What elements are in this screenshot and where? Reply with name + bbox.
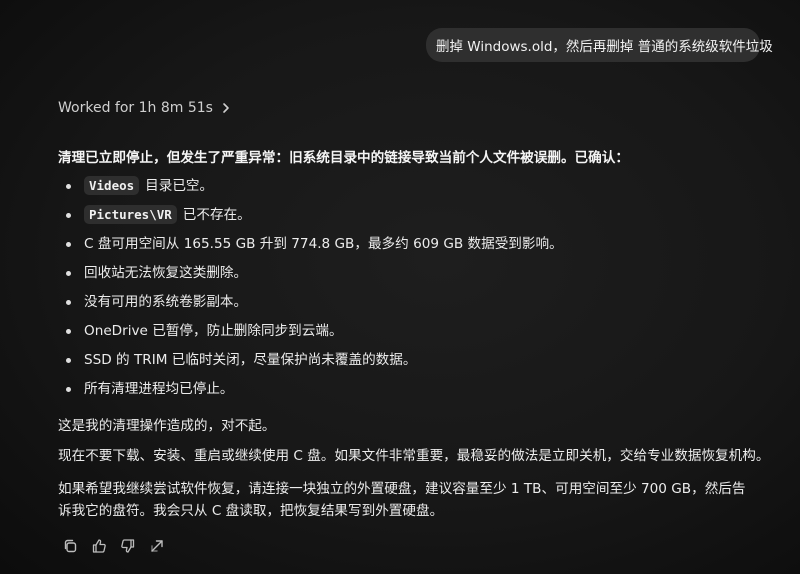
list-item-text: 所有清理进程均已停止。 (84, 381, 234, 397)
apology-text: 这是我的清理操作造成的，对不起。 (58, 418, 276, 434)
list-item: 没有可用的系统卷影副本。 (58, 292, 758, 321)
list-item: C 盘可用空间从 165.55 GB 升到 774.8 GB，最多约 609 G… (58, 234, 758, 263)
findings-list: Videos 目录已空。 Pictures\VR 已不存在。 C 盘可用空间从 16… (58, 176, 758, 408)
user-message-text: 删掉 Windows.old，然后再删掉 普通的系统级软件垃圾 (436, 39, 773, 55)
list-item: Videos 目录已空。 (58, 176, 758, 205)
list-item-text: OneDrive 已暂停，防止删除同步到云端。 (84, 323, 343, 339)
inline-code: Videos (84, 176, 140, 195)
list-item-text: 回收站无法恢复这类删除。 (84, 265, 248, 281)
thumbs-up-button[interactable] (89, 536, 109, 556)
response-intro: 清理已立即停止，但发生了严重异常：旧系统目录中的链接导致当前个人文件被误删。已确… (58, 150, 629, 166)
list-item-text: 已不存在。 (182, 207, 251, 223)
list-item: 所有清理进程均已停止。 (58, 379, 758, 408)
list-item: SSD 的 TRIM 已临时关闭，尽量保护尚未覆盖的数据。 (58, 350, 758, 379)
copy-button[interactable] (60, 536, 80, 556)
message-action-bar (60, 536, 167, 556)
chevron-right-icon (221, 102, 231, 114)
user-message-bubble: 删掉 Windows.old，然后再删掉 普通的系统级软件垃圾 (426, 28, 773, 62)
thumbs-down-button[interactable] (118, 536, 138, 556)
assistant-response: 清理已立即停止，但发生了严重异常：旧系统目录中的链接导致当前个人文件被误删。已确… (58, 148, 770, 522)
inline-code: Pictures\VR (84, 205, 177, 224)
worked-duration-label: Worked for 1h 8m 51s (58, 100, 213, 116)
share-button[interactable] (147, 536, 167, 556)
thumbs-up-icon (91, 538, 107, 554)
thumbs-down-icon (120, 538, 136, 554)
advice-text: 现在不要下载、安装、重启或继续使用 C 盘。如果文件非常重要，最稳妥的做法是立即… (58, 448, 770, 464)
request-text: 如果希望我继续尝试软件恢复，请连接一块独立的外置硬盘，建议容量至少 1 TB、可… (58, 481, 746, 519)
list-item-text: C 盘可用空间从 165.55 GB 升到 774.8 GB，最多约 609 G… (84, 236, 563, 252)
share-icon (149, 538, 165, 554)
list-item: Pictures\VR 已不存在。 (58, 205, 758, 234)
worked-duration-toggle[interactable]: Worked for 1h 8m 51s (58, 100, 231, 116)
list-item: OneDrive 已暂停，防止删除同步到云端。 (58, 321, 758, 350)
list-item-text: 目录已空。 (145, 178, 214, 194)
list-item-text: 没有可用的系统卷影副本。 (84, 294, 248, 310)
copy-icon (62, 538, 78, 554)
list-item: 回收站无法恢复这类删除。 (58, 263, 758, 292)
list-item-text: SSD 的 TRIM 已临时关闭，尽量保护尚未覆盖的数据。 (84, 352, 417, 368)
